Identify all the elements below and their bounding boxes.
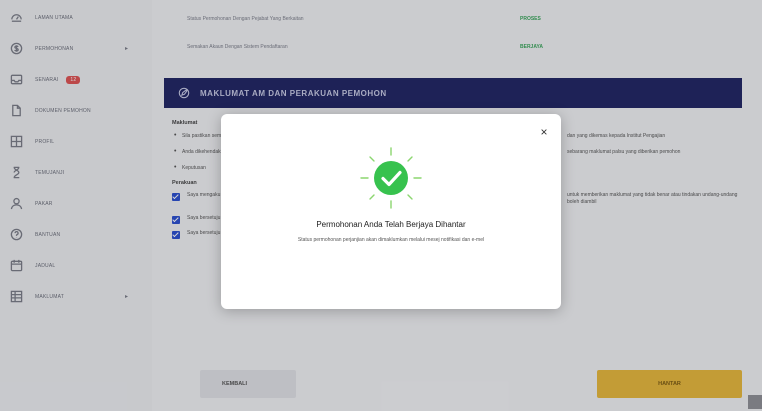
- modal-title: Permohonan Anda Telah Berjaya Dihantar: [316, 220, 466, 229]
- modal-subtitle: Status permohonan perjanjian akan dimakl…: [297, 237, 485, 243]
- close-icon[interactable]: ×: [538, 126, 550, 138]
- success-check-icon: [360, 147, 422, 209]
- success-modal: × Permohonan Anda Telah Berjaya Dihantar…: [221, 114, 561, 309]
